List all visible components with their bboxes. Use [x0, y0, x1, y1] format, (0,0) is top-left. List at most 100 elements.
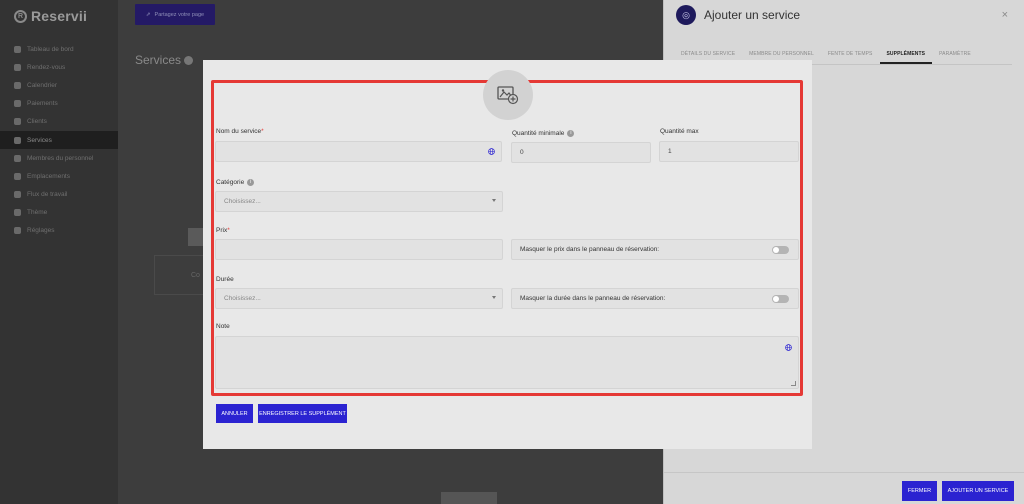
cancel-button[interactable]: ANNULER: [216, 404, 253, 423]
services-icon: [14, 136, 21, 144]
duration-select[interactable]: Choisissez...: [215, 288, 503, 309]
dashboard-icon: [14, 45, 21, 53]
background-placeholder: [188, 228, 204, 246]
max-qty-label-text: Quantité max: [660, 128, 699, 135]
drawer-logo-icon: ◎: [676, 5, 696, 25]
max-qty-input[interactable]: 1: [659, 141, 799, 162]
workflow-icon: [14, 191, 21, 199]
note-label: Note: [216, 323, 230, 330]
share-page-button[interactable]: ⇗ Partagez votre page: [135, 4, 215, 25]
note-textarea[interactable]: [215, 336, 799, 389]
sidebar-item-label: Thème: [27, 209, 48, 217]
sidebar-item-label: Membres du personnel: [27, 154, 94, 162]
min-qty-label-text: Quantité minimale: [512, 130, 565, 138]
chevron-down-icon: [492, 296, 496, 299]
hide-price-label: Masquer le prix dans le panneau de réser…: [520, 246, 660, 253]
price-label: Prix*: [216, 227, 230, 234]
drawer-header: ◎ Ajouter un service: [676, 5, 800, 25]
sidebar-item-label: Services: [27, 136, 52, 144]
gear-icon: [14, 227, 21, 235]
page-title: Services: [135, 53, 194, 67]
service-name-label: Nom du service*: [216, 128, 264, 135]
hide-price-row: Masquer le prix dans le panneau de réser…: [511, 239, 799, 260]
tab-settings[interactable]: PARAMÈTRE: [932, 47, 978, 64]
sidebar: R Reservii Tableau de bord Rendez-vous C…: [0, 0, 118, 504]
background-card-text: Co: [191, 272, 200, 279]
brand-logo[interactable]: R Reservii: [14, 8, 87, 24]
drawer-footer: FERMER AJOUTER UN SERVICE: [664, 472, 1024, 504]
sidebar-item-dashboard[interactable]: Tableau de bord: [0, 40, 118, 58]
sidebar-item-label: Paiements: [27, 100, 58, 108]
category-label: Catégorie i: [216, 179, 255, 187]
price-label-text: Prix: [216, 227, 228, 234]
category-placeholder: Choisissez...: [224, 198, 261, 205]
sidebar-item-label: Réglages: [27, 227, 55, 235]
duration-label-text: Durée: [216, 276, 234, 283]
hide-price-toggle[interactable]: [772, 246, 789, 254]
help-icon[interactable]: [184, 56, 194, 66]
sidebar-item-locations[interactable]: Emplacements: [0, 167, 118, 185]
info-icon[interactable]: i: [567, 130, 575, 137]
sidebar-item-appointments[interactable]: Rendez-vous: [0, 58, 118, 76]
hide-duration-label: Masquer la durée dans le panneau de rése…: [520, 295, 666, 302]
min-qty-label: Quantité minimale i: [512, 130, 575, 138]
max-qty-label: Quantité max: [660, 128, 699, 135]
hide-duration-row: Masquer la durée dans le panneau de rése…: [511, 288, 799, 309]
sidebar-item-settings[interactable]: Réglages: [0, 222, 118, 240]
add-extra-modal: Nom du service* Quantité minimale i 0 Qua…: [203, 60, 812, 449]
category-label-text: Catégorie: [216, 179, 245, 187]
service-name-label-text: Nom du service: [216, 128, 262, 135]
sidebar-item-label: Flux de travail: [27, 191, 68, 199]
location-icon: [14, 172, 21, 180]
image-add-icon: [497, 86, 519, 105]
max-qty-value: 1: [668, 148, 672, 155]
payment-icon: [14, 100, 21, 108]
note-label-text: Note: [216, 323, 230, 330]
users-icon: [14, 118, 21, 126]
sidebar-item-label: Calendrier: [27, 81, 57, 89]
min-qty-input[interactable]: 0: [511, 142, 651, 163]
resize-handle[interactable]: [791, 381, 796, 386]
info-icon[interactable]: i: [247, 179, 255, 186]
brand-logo-icon: R: [14, 9, 27, 23]
brush-icon: [14, 209, 21, 217]
sidebar-item-theme[interactable]: Thème: [0, 204, 118, 222]
sidebar-item-label: Emplacements: [27, 172, 70, 180]
sidebar-item-clients[interactable]: Clients: [0, 113, 118, 131]
background-button: [441, 492, 497, 504]
hide-duration-toggle[interactable]: [772, 295, 789, 303]
page-title-text: Services: [135, 53, 182, 67]
sidebar-item-label: Rendez-vous: [27, 63, 66, 71]
share-icon: ⇗: [145, 11, 151, 18]
service-name-input[interactable]: [215, 141, 502, 162]
calendar-icon: [14, 81, 21, 89]
sidebar-item-label: Tableau de bord: [27, 45, 74, 53]
globe-icon[interactable]: [785, 344, 792, 351]
chevron-down-icon: [492, 199, 496, 202]
brand-name: Reservii: [31, 8, 88, 24]
sidebar-item-services[interactable]: Services: [0, 130, 118, 150]
required-mark: *: [227, 227, 230, 234]
tab-time-slot[interactable]: FENTE DE TEMPS: [821, 47, 880, 64]
duration-label: Durée: [216, 276, 234, 283]
tab-extras[interactable]: SUPPLÉMENTS: [879, 47, 933, 64]
globe-icon[interactable]: [488, 148, 495, 155]
close-icon[interactable]: ×: [1002, 9, 1008, 21]
category-select[interactable]: Choisissez...: [215, 191, 503, 212]
close-button[interactable]: FERMER: [902, 481, 937, 501]
share-page-label: Partagez votre page: [154, 11, 205, 18]
required-mark: *: [261, 128, 264, 135]
save-extra-button[interactable]: ENREGISTRER LE SUPPLÉMENT: [258, 404, 347, 423]
add-service-button[interactable]: AJOUTER UN SERVICE: [942, 481, 1014, 501]
price-input[interactable]: [215, 239, 503, 260]
calendar-check-icon: [14, 63, 21, 71]
image-upload-button[interactable]: [483, 70, 533, 120]
sidebar-item-calendar[interactable]: Calendrier: [0, 76, 118, 94]
sidebar-nav: Tableau de bord Rendez-vous Calendrier P…: [0, 40, 118, 240]
duration-placeholder: Choisissez...: [224, 295, 261, 302]
sidebar-item-staff[interactable]: Membres du personnel: [0, 149, 118, 167]
sidebar-item-workflow[interactable]: Flux de travail: [0, 186, 118, 204]
sidebar-item-payments[interactable]: Paiements: [0, 95, 118, 113]
staff-icon: [14, 154, 21, 162]
drawer-title: Ajouter un service: [704, 8, 801, 22]
